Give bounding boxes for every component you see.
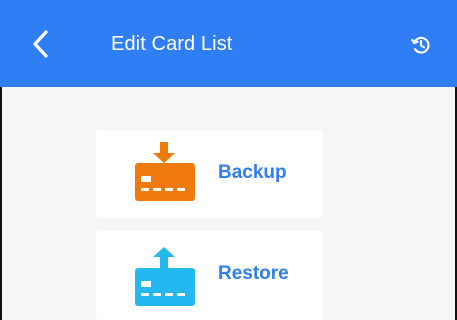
backup-button[interactable]: Backup bbox=[96, 130, 323, 218]
frame-left-edge bbox=[0, 87, 2, 320]
card-upload-icon bbox=[135, 247, 195, 306]
back-button[interactable] bbox=[22, 26, 58, 62]
chevron-left-icon bbox=[33, 30, 48, 58]
page-title: Edit Card List bbox=[111, 33, 233, 55]
card-download-icon bbox=[135, 142, 195, 201]
history-icon bbox=[411, 36, 430, 54]
restore-button[interactable]: Restore bbox=[96, 231, 323, 320]
app-bar: Edit Card List bbox=[0, 0, 457, 87]
backup-label: Backup bbox=[218, 162, 287, 183]
restore-label: Restore bbox=[218, 263, 289, 284]
history-button[interactable] bbox=[407, 31, 435, 59]
